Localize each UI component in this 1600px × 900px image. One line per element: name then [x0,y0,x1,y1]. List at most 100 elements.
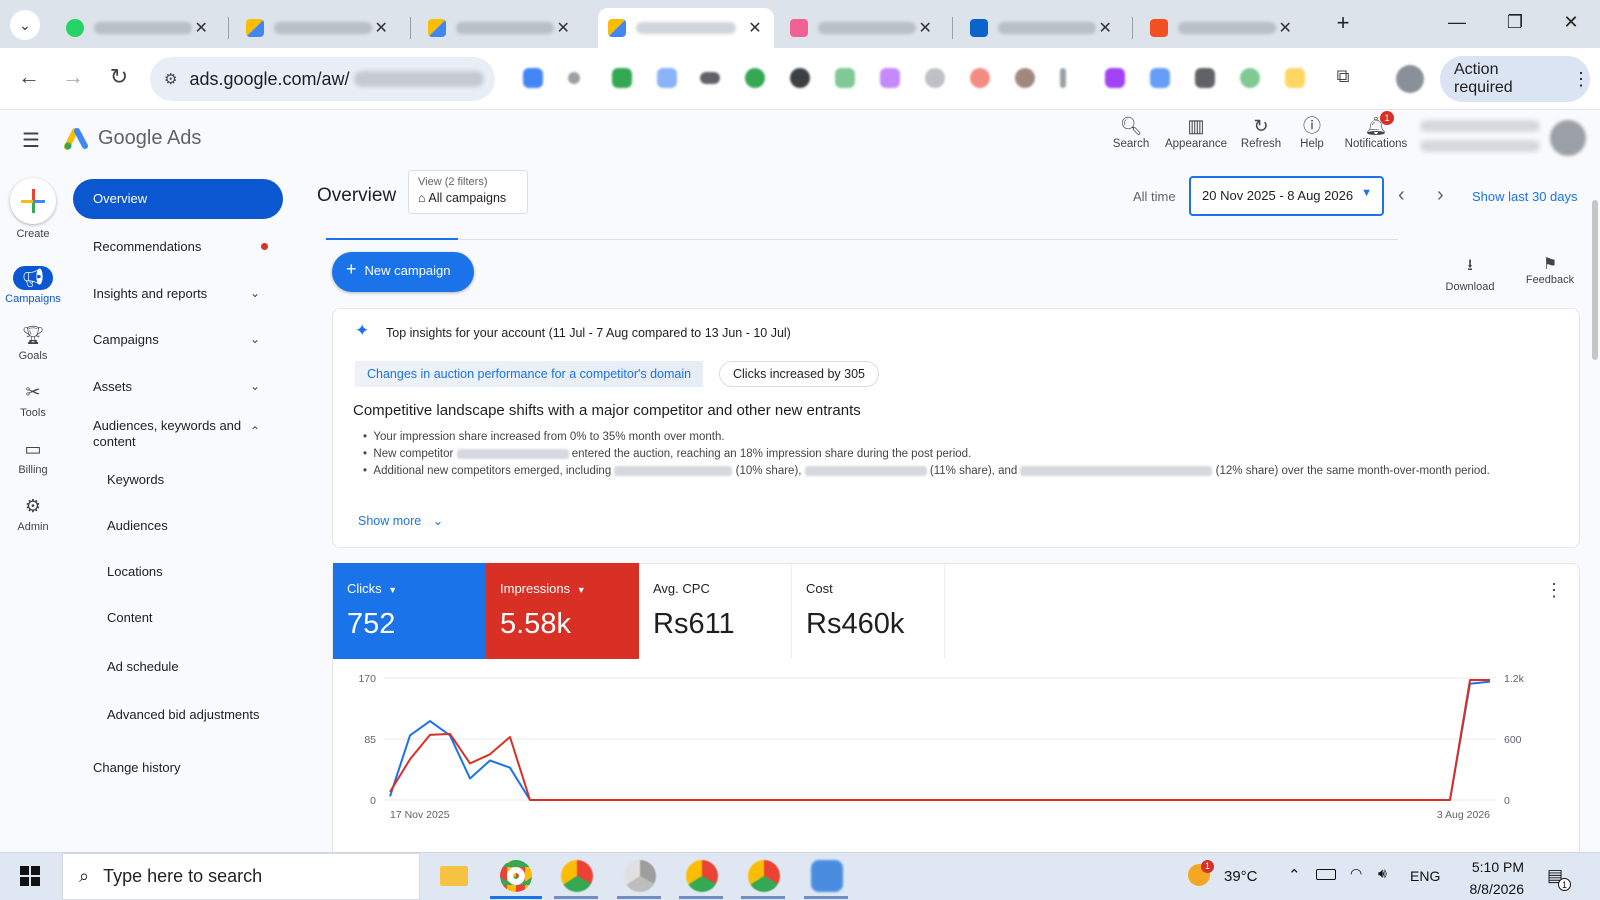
chrome-icon[interactable] [500,860,532,892]
action-required-button[interactable]: Action required ⋮ [1440,56,1590,102]
sidenav-insights[interactable]: Insights and reports [93,286,207,301]
rail-goals[interactable]: 🏆︎ Goals [0,323,66,362]
account-info[interactable] [1420,120,1540,154]
rail-admin[interactable]: ⚙ Admin [0,494,66,533]
feedback-button[interactable]: ⚑ Feedback [1520,254,1580,286]
metric-impressions[interactable]: Impressions ▼ 5.58k [486,563,639,659]
show-more-link[interactable]: Show more ⌄ [358,513,443,528]
chrome-icon[interactable] [624,860,656,892]
browser-tab-app[interactable]: ✕ [780,8,944,48]
sparkle-icon: ✦ [355,321,370,340]
list-item: • New competitor entered the auction, re… [363,448,972,460]
browser-tab-google-ads-2[interactable]: ✕ [418,8,582,48]
window-close-button[interactable]: ✕ [1556,12,1586,33]
rail-create[interactable]: Create [0,178,66,240]
browser-tab-outlook[interactable]: ✕ [960,8,1124,48]
close-icon[interactable]: ✕ [1096,18,1114,38]
back-arrow-icon[interactable]: ← [14,64,44,90]
restore-button[interactable]: ❐ [1500,12,1530,33]
more-vert-icon[interactable]: ⋮ [1545,580,1563,601]
sidenav-sub-audiences[interactable]: Audiences [107,518,168,533]
notification-center-badge: 1 [1558,878,1571,891]
sidenav-sub-keywords[interactable]: Keywords [107,472,164,487]
rail-billing[interactable]: ▭ Billing [0,437,66,476]
sidenav-overview[interactable]: Overview [73,179,283,219]
minimize-button[interactable]: — [1442,12,1472,33]
rail-campaigns[interactable]: 📢︎ Campaigns [0,266,66,305]
close-icon[interactable]: ✕ [554,18,572,38]
close-icon[interactable]: ✕ [746,18,764,38]
metric-clicks[interactable]: Clicks ▼ 752 [333,563,486,659]
insight-chip-competitor[interactable]: Changes in auction performance for a com… [355,361,704,387]
forward-arrow-icon[interactable]: → [58,64,88,90]
app-icon[interactable] [811,860,843,892]
metric-cost[interactable]: Cost Rs460k [792,563,945,659]
sidenav-sub-bid-adjustments[interactable]: Advanced bid adjustments [107,707,259,722]
battery-icon[interactable] [1316,869,1336,880]
date-next-icon[interactable]: › [1437,184,1444,207]
sidenav-audiences[interactable]: Audiences, keywords and content [93,418,243,450]
download-button[interactable]: ⭳ Download [1440,254,1500,293]
dropdown-arrow-icon: ▼ [576,585,586,595]
chevron-down-icon[interactable]: ⌄ [250,379,260,393]
clock[interactable]: 5:10 PM 8/8/2026 [1460,856,1525,900]
new-tab-button[interactable]: + [1328,10,1358,36]
browser-tab-google-ads-active[interactable]: ✕ [598,8,774,48]
sidenav-sub-ad-schedule[interactable]: Ad schedule [107,659,179,674]
outlook-icon [970,19,988,37]
tab-search-dropdown[interactable]: ⌄ [10,10,40,40]
browser-tab-google-ads-1[interactable]: ✕ [236,8,400,48]
date-prev-icon[interactable]: ‹ [1398,184,1405,207]
chrome-icon[interactable] [748,860,780,892]
view-filter-chip[interactable]: View (2 filters) ⌂ All campaigns [408,170,528,214]
hamburger-menu-icon[interactable]: ☰ [22,128,40,153]
new-campaign-button[interactable]: + New campaign [332,252,474,292]
insight-chip-clicks[interactable]: Clicks increased by 305 [719,361,880,387]
chevron-up-icon[interactable]: ⌃ [250,424,260,438]
date-range-picker[interactable]: 20 Nov 2025 - 8 Aug 2026 ▼ [1189,176,1384,216]
sidenav-recommendations[interactable]: Recommendations [93,239,201,254]
taskbar-open-indicator [741,896,785,899]
account-avatar[interactable] [1550,120,1586,156]
chrome-icon[interactable] [561,860,593,892]
file-explorer-icon[interactable] [440,866,468,886]
sidenav-campaigns[interactable]: Campaigns [93,332,159,347]
taskbar-search-box[interactable]: ⌕ Type here to search [62,853,420,900]
chrome-icon[interactable] [686,860,718,892]
close-icon[interactable]: ✕ [916,18,934,38]
show-last-30-days-link[interactable]: Show last 30 days [1472,189,1578,204]
page-scrollbar[interactable] [1592,200,1598,360]
extensions-puzzle-icon[interactable]: ⧉ [1328,66,1358,87]
header-search-button[interactable]: 🔍︎ Search [1096,114,1166,150]
browser-tab-powerpoint[interactable]: ✕ [1140,8,1304,48]
google-ads-icon [428,19,446,37]
close-icon[interactable]: ✕ [372,18,390,38]
windows-start-icon[interactable] [20,866,40,886]
reload-icon[interactable]: ↻ [104,64,134,90]
tray-chevron-up-icon[interactable]: ⌃ [1288,866,1301,884]
more-vert-icon[interactable]: ⋮ [1572,69,1590,90]
site-settings-icon[interactable]: ⚙ [164,70,177,88]
temperature-label[interactable]: 39°C [1224,868,1258,885]
taskbar-open-indicator [679,896,723,899]
sidenav-assets[interactable]: Assets [93,379,132,394]
profile-avatar[interactable] [1396,65,1424,93]
close-icon[interactable]: ✕ [192,18,210,38]
sidenav-sub-locations[interactable]: Locations [107,564,163,579]
metric-avg-cpc[interactable]: Avg. CPC Rs611 [639,563,792,659]
sidenav-change-history[interactable]: Change history [93,760,180,775]
address-bar[interactable]: ⚙ ads.google.com/aw/ [150,57,495,101]
volume-icon[interactable]: 🔊︎ [1378,865,1387,882]
tools-icon: ✂ [25,382,41,402]
close-icon[interactable]: ✕ [1276,18,1294,38]
browser-tab-whatsapp[interactable]: ✕ [56,8,220,48]
header-appearance-button[interactable]: ▥ Appearance [1161,114,1231,150]
header-notifications-button[interactable]: 🔔︎ Notifications 1 [1336,111,1416,150]
rail-tools[interactable]: ✂ Tools [0,380,66,419]
wifi-icon[interactable]: ◠ [1350,865,1362,882]
google-ads-logo[interactable]: Google Ads [64,126,201,150]
sidenav-sub-content[interactable]: Content [107,610,153,625]
chevron-down-icon[interactable]: ⌄ [250,332,260,346]
chevron-down-icon[interactable]: ⌄ [250,286,260,300]
language-indicator[interactable]: ENG [1410,868,1440,884]
